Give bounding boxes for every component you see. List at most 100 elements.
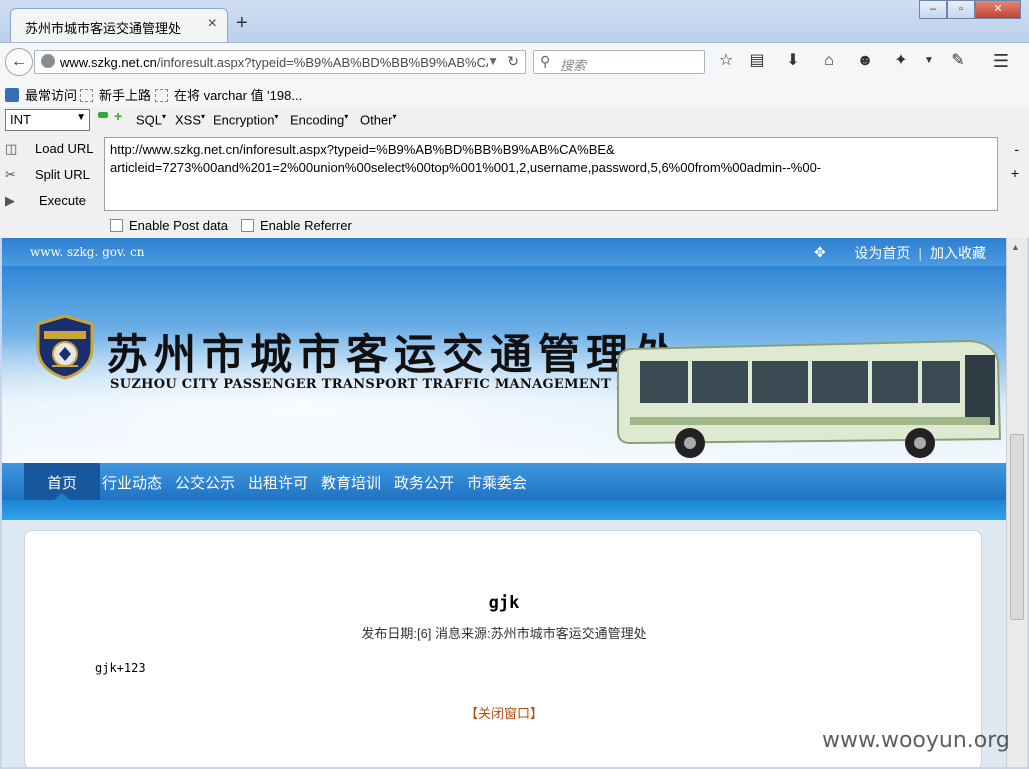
play-icon: ▶: [5, 193, 15, 208]
chevron-down-icon: ▼: [76, 112, 86, 123]
police-badge-logo: [36, 314, 94, 380]
scroll-up-icon[interactable]: ▲: [1011, 242, 1020, 252]
execute-button[interactable]: ▶ Execute: [5, 193, 86, 209]
minimize-button[interactable]: –: [919, 0, 947, 19]
enable-post-checkbox[interactable]: Enable Post data: [110, 218, 228, 233]
nav-item-industry-news[interactable]: 行业动态: [102, 472, 162, 493]
search-placeholder: 搜索: [560, 58, 587, 73]
nav-item-government-affairs[interactable]: 政务公开: [394, 472, 454, 493]
reload-icon[interactable]: ↻: [507, 53, 519, 70]
menu-label: XSS: [175, 112, 202, 128]
home-icon[interactable]: ⌂: [818, 50, 840, 72]
active-indicator-icon: [54, 493, 70, 500]
enable-referrer-checkbox[interactable]: Enable Referrer: [241, 218, 352, 233]
address-bar[interactable]: www.szkg.net.cn/inforesult.aspx?typeid=%…: [34, 50, 526, 74]
hackbar-grow-button[interactable]: +: [1011, 165, 1019, 181]
page-icon: [155, 89, 168, 102]
download-icon[interactable]: ⬇: [782, 50, 804, 72]
tab-title: 苏州市城市客运交通管理处: [25, 21, 182, 36]
hackbar-url-textarea[interactable]: http://www.szkg.net.cn/inforesult.aspx?t…: [104, 137, 998, 211]
site-domain: www. szkg. gov. cn: [30, 245, 145, 259]
extension-icon[interactable]: ✦: [890, 50, 912, 72]
hackbar-shrink-button[interactable]: -: [1014, 141, 1019, 157]
nav-label: 首页: [46, 475, 77, 492]
split-url-button[interactable]: ✂ Split URL: [5, 167, 90, 183]
nav-sub-bar: [2, 500, 1006, 520]
address-text[interactable]: www.szkg.net.cn/inforesult.aspx?typeid=%…: [60, 55, 488, 70]
sql-menu[interactable]: SQL▾: [136, 112, 166, 127]
reading-list-icon[interactable]: ▤: [746, 50, 768, 72]
site-nav: 首页 行业动态 公交公示 出租许可 教育培训 政务公开 市乘委会: [2, 463, 1006, 500]
bookmark-label: 在将 varchar 值 '198...: [174, 88, 303, 103]
type-select-value: INT: [10, 112, 31, 127]
bookmark-getting-started[interactable]: 新手上路: [80, 85, 151, 104]
site-title-chinese: 苏州市城市客运交通管理处: [106, 330, 683, 379]
nav-item-home[interactable]: 首页: [24, 463, 100, 500]
site-banner: 苏州市城市客运交通管理处 SUZHOU CITY PASSENGER TRANS…: [2, 266, 1006, 463]
scissors-icon: ✂: [5, 167, 16, 182]
nav-item-passenger-committee[interactable]: 市乘委会: [467, 472, 527, 493]
site-top-links: 设为首页 | 加入收藏: [854, 245, 986, 261]
menu-label: Encoding: [290, 112, 345, 128]
load-url-button[interactable]: ◫ Load URL: [5, 141, 94, 157]
checkbox-box[interactable]: [241, 219, 254, 232]
nav-item-training[interactable]: 教育培训: [321, 472, 381, 493]
chat-icon[interactable]: ☻: [854, 50, 876, 72]
extension-dropdown-icon[interactable]: ▼: [918, 50, 940, 72]
menu-icon[interactable]: ☰: [990, 50, 1012, 72]
split-url-label: Split URL: [35, 167, 90, 182]
bookmark-varchar[interactable]: 在将 varchar 值 '198...: [155, 85, 302, 104]
bookmark-folder-icon: [5, 88, 19, 102]
bookmarks-toolbar: 最常访问 新手上路 在将 varchar 值 '198...: [0, 79, 1029, 107]
back-button[interactable]: ←: [5, 48, 33, 76]
search-box[interactable]: ⚲ 搜索: [533, 50, 705, 74]
add-favorite-link[interactable]: 加入收藏: [930, 245, 986, 261]
article-meta: 发布日期:[6] 消息来源:苏州市城市客运交通管理处: [361, 626, 647, 641]
search-icon: ⚲: [540, 53, 551, 69]
nav-item-bus-notices[interactable]: 公交公示: [175, 472, 235, 493]
url-domain: www.szkg.net.cn: [60, 55, 157, 70]
bookmark-most-visited[interactable]: 最常访问: [5, 85, 77, 104]
menu-label: Other: [360, 112, 393, 128]
globe-icon: [41, 54, 55, 68]
encoding-menu[interactable]: Encoding▾: [290, 112, 348, 127]
url-path: /inforesult.aspx?typeid=%B9%AB%BD%BB%B9%…: [156, 55, 488, 70]
execute-label: Execute: [39, 193, 86, 208]
checkbox-box[interactable]: [110, 219, 123, 232]
load-url-icon: ◫: [5, 141, 18, 156]
page-scrollbar[interactable]: ▲: [1006, 238, 1027, 767]
notes-icon[interactable]: ✎: [947, 50, 969, 72]
page-viewport: www. szkg. gov. cn ✥ 设为首页 | 加入收藏 苏州市城市客运交通…: [2, 238, 1006, 767]
type-select[interactable]: INT ▼: [5, 109, 90, 131]
url-dropdown-icon[interactable]: ▼: [487, 54, 499, 68]
enable-post-label: Enable Post data: [129, 218, 229, 233]
hackbar-panel: INT ▼ + SQL▾ XSS▾ Encryption▾ Encoding▾ O…: [0, 107, 1029, 238]
move-icon: ✥: [814, 244, 826, 260]
encryption-menu[interactable]: Encryption▾: [213, 112, 278, 127]
bus-illustration: [617, 339, 1002, 458]
maximize-button[interactable]: ▫: [947, 0, 975, 19]
new-tab-button[interactable]: +: [236, 12, 248, 35]
increase-icon[interactable]: +: [114, 108, 122, 124]
site-top-bar: www. szkg. gov. cn ✥ 设为首页 | 加入收藏: [2, 238, 1006, 266]
xss-menu[interactable]: XSS▾: [175, 112, 205, 127]
scroll-thumb[interactable]: [1010, 434, 1024, 620]
browser-tab[interactable]: 苏州市城市客运交通管理处 ×: [10, 8, 228, 42]
close-window-button[interactable]: ✕: [975, 0, 1021, 19]
load-url-label: Load URL: [35, 141, 94, 156]
article-body: gjk+123: [95, 661, 146, 675]
set-home-link[interactable]: 设为首页: [854, 245, 910, 261]
window-titlebar: 苏州市城市客运交通管理处 × + – ▫ ✕: [0, 0, 1029, 42]
watermark: www.wooyun.org: [822, 728, 1010, 753]
close-window-link[interactable]: 【关闭窗口】: [25, 703, 983, 722]
page-icon: [80, 89, 93, 102]
star-icon[interactable]: ☆: [715, 50, 737, 72]
menu-label: SQL: [136, 112, 163, 128]
tab-close-icon[interactable]: ×: [208, 15, 217, 33]
decrease-icon[interactable]: [98, 112, 108, 118]
menu-label: Encryption: [213, 112, 275, 128]
other-menu[interactable]: Other▾: [360, 112, 397, 127]
bookmark-label: 新手上路: [99, 88, 152, 103]
bookmark-label: 最常访问: [25, 88, 78, 103]
nav-item-taxi-permits[interactable]: 出租许可: [248, 472, 308, 493]
